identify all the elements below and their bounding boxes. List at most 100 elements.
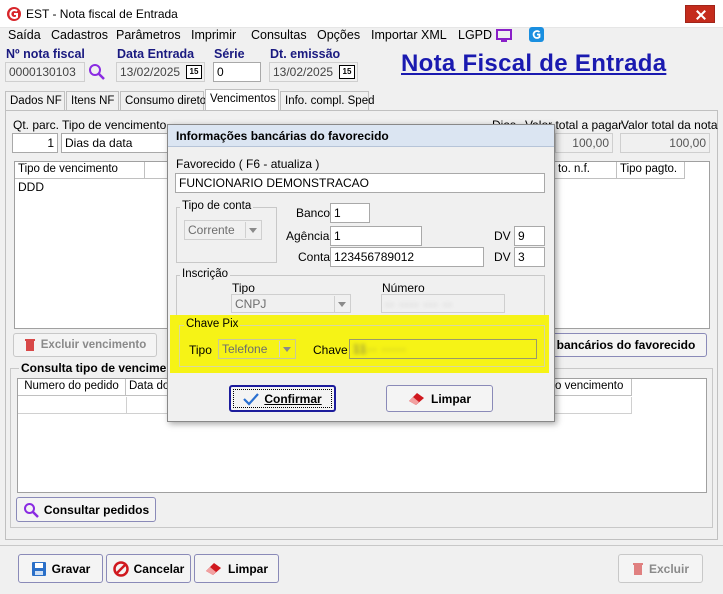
page-title: Nota Fiscal de Entrada [401,50,667,77]
numero-label: Número [382,281,425,295]
tab-dados-nf[interactable]: Dados NF [5,91,65,110]
calendar-icon[interactable]: 15 [339,65,355,79]
excluir-vencimento-label: Excluir vencimento [40,339,147,351]
tipo-vencimento-input[interactable]: Dias da data [61,133,171,153]
pix-tipo-select[interactable]: Telefone [218,339,296,359]
calendar-icon[interactable]: 15 [186,65,202,79]
menu-consultas[interactable]: Consultas [249,28,309,42]
conta-dv-input[interactable]: 3 [514,247,545,267]
banco-input[interactable]: 1 [330,203,370,223]
menu-importar-xml[interactable]: Importar XML [369,28,449,42]
trash-icon [632,562,643,575]
grid-header-tipo-vencimento: Tipo de vencimento [15,162,145,179]
app-g-icon[interactable] [529,27,544,42]
dados-bancarios-button[interactable]: bancários do favorecido [545,333,707,357]
trash-icon [24,339,35,351]
pix-tipo-value: Telefone [222,342,268,356]
chave-value: 11·· ····· [353,342,407,356]
agencia-dv-input[interactable]: 9 [514,226,545,246]
window-title: EST - Nota fiscal de Entrada [26,7,178,21]
menu-imprimir[interactable]: Imprimir [189,28,238,42]
excluir-vencimento-button[interactable]: Excluir vencimento [13,333,157,357]
chave-label: Chave [313,343,348,357]
nota-fiscal-input[interactable]: 0000130103 [5,62,85,82]
limpar-button[interactable]: Limpar [194,554,279,583]
grid-header-data: Data do [126,379,168,396]
excluir-label: Excluir [648,561,690,576]
dialog-limpar-button[interactable]: Limpar [386,385,493,412]
tab-consumo-direto[interactable]: Consumo direto [120,91,206,110]
excluir-button[interactable]: Excluir [618,554,703,583]
cancelar-button[interactable]: Cancelar [106,554,191,583]
tipo-conta-label: Tipo de conta [180,200,254,212]
menu-bar: Saída Cadastros Parâmetros Imprimir Cons… [0,27,723,47]
footer-divider [0,545,723,546]
search-icon [23,502,39,518]
checkmark-icon [243,392,260,406]
tab-vencimentos[interactable]: Vencimentos [205,89,279,111]
data-entrada-value: 13/02/2025 [120,65,181,79]
inscricao-tipo-select[interactable]: CNPJ [231,294,351,313]
consultar-pedidos-button[interactable]: Consultar pedidos [16,497,156,522]
eraser-icon [205,562,221,575]
dados-bancarios-label: bancários do favorecido [556,338,696,352]
chave-input[interactable]: 11·· ····· [349,339,537,359]
conta-label: Conta [298,250,331,264]
banco-label: Banco [296,206,331,220]
tab-itens-nf[interactable]: Itens NF [66,91,119,110]
menu-saida[interactable]: Saída [6,28,43,42]
conta-input[interactable]: 123456789012 [330,247,484,267]
chave-pix-label: Chave Pix [184,318,241,330]
valor-nota-label: Valor total da nota [621,118,718,132]
menu-parametros[interactable]: Parâmetros [114,28,183,42]
app-logo-icon [7,7,21,21]
consulta-title: Consulta tipo de vencimento [19,361,188,375]
tipo-conta-select[interactable]: Corrente [184,220,262,240]
inscricao-tipo-label: Tipo [232,281,255,295]
inscricao-tipo-value: CNPJ [235,297,267,311]
limpar-label: Limpar [227,561,268,576]
menu-cadastros[interactable]: Cadastros [49,28,110,42]
favorecido-input[interactable]: FUNCIONARIO DEMONSTRACAO [175,173,545,193]
conta-dv-label: DV [494,250,511,264]
pix-tipo-label: Tipo [189,343,212,357]
agencia-label: Agência [286,229,330,243]
grid-header-valor-nf: to. n.f. [555,162,617,179]
consultar-pedidos-label: Consultar pedidos [43,502,150,517]
chevron-down-icon [334,296,349,312]
close-window-button[interactable] [685,5,715,23]
grid-divider [126,397,127,414]
save-icon [31,561,46,576]
agencia-dv-label: DV [494,229,511,243]
qt-parc-label: Qt. parc. [13,118,60,132]
cancel-icon [112,560,129,577]
favorecido-label: Favorecido ( F6 - atualiza ) [176,157,320,171]
valor-nota-input: 100,00 [620,133,710,153]
qt-parc-input[interactable]: 1 [12,133,58,153]
chevron-down-icon [279,341,294,357]
agencia-input[interactable]: 1 [330,226,422,246]
numero-input[interactable]: ·· ···· ··· ·· [381,294,505,313]
search-icon[interactable] [88,63,106,81]
grid-header-vencimento: o vencimento [552,379,632,396]
chevron-down-icon [245,222,260,238]
gravar-label: Gravar [51,561,91,576]
title-bar: EST - Nota fiscal de Entrada [0,0,723,28]
dialog-limpar-label: Limpar [430,391,471,406]
serie-input[interactable]: 0 [213,62,261,82]
monitor-icon[interactable] [496,29,512,43]
confirmar-button[interactable]: Confirmar [229,385,336,412]
dt-emissao-value: 13/02/2025 [273,65,334,79]
table-row[interactable]: DDD [18,180,44,194]
menu-opcoes[interactable]: Opções [315,28,362,42]
dt-emissao-label: Dt. emissão [270,47,341,61]
menu-lgpd[interactable]: LGPD [456,28,494,42]
serie-label: Série [214,47,245,61]
tipo-conta-value: Corrente [188,223,235,237]
numero-value: ·· ···· ··· ·· [385,297,453,311]
gravar-button[interactable]: Gravar [18,554,103,583]
valor-pagar-input: 100,00 [555,133,613,153]
eraser-icon [408,392,424,405]
grid-header-tipo-pagto: Tipo pagto. [617,162,685,179]
tab-info-compl-sped[interactable]: Info. compl. Sped [280,91,375,110]
